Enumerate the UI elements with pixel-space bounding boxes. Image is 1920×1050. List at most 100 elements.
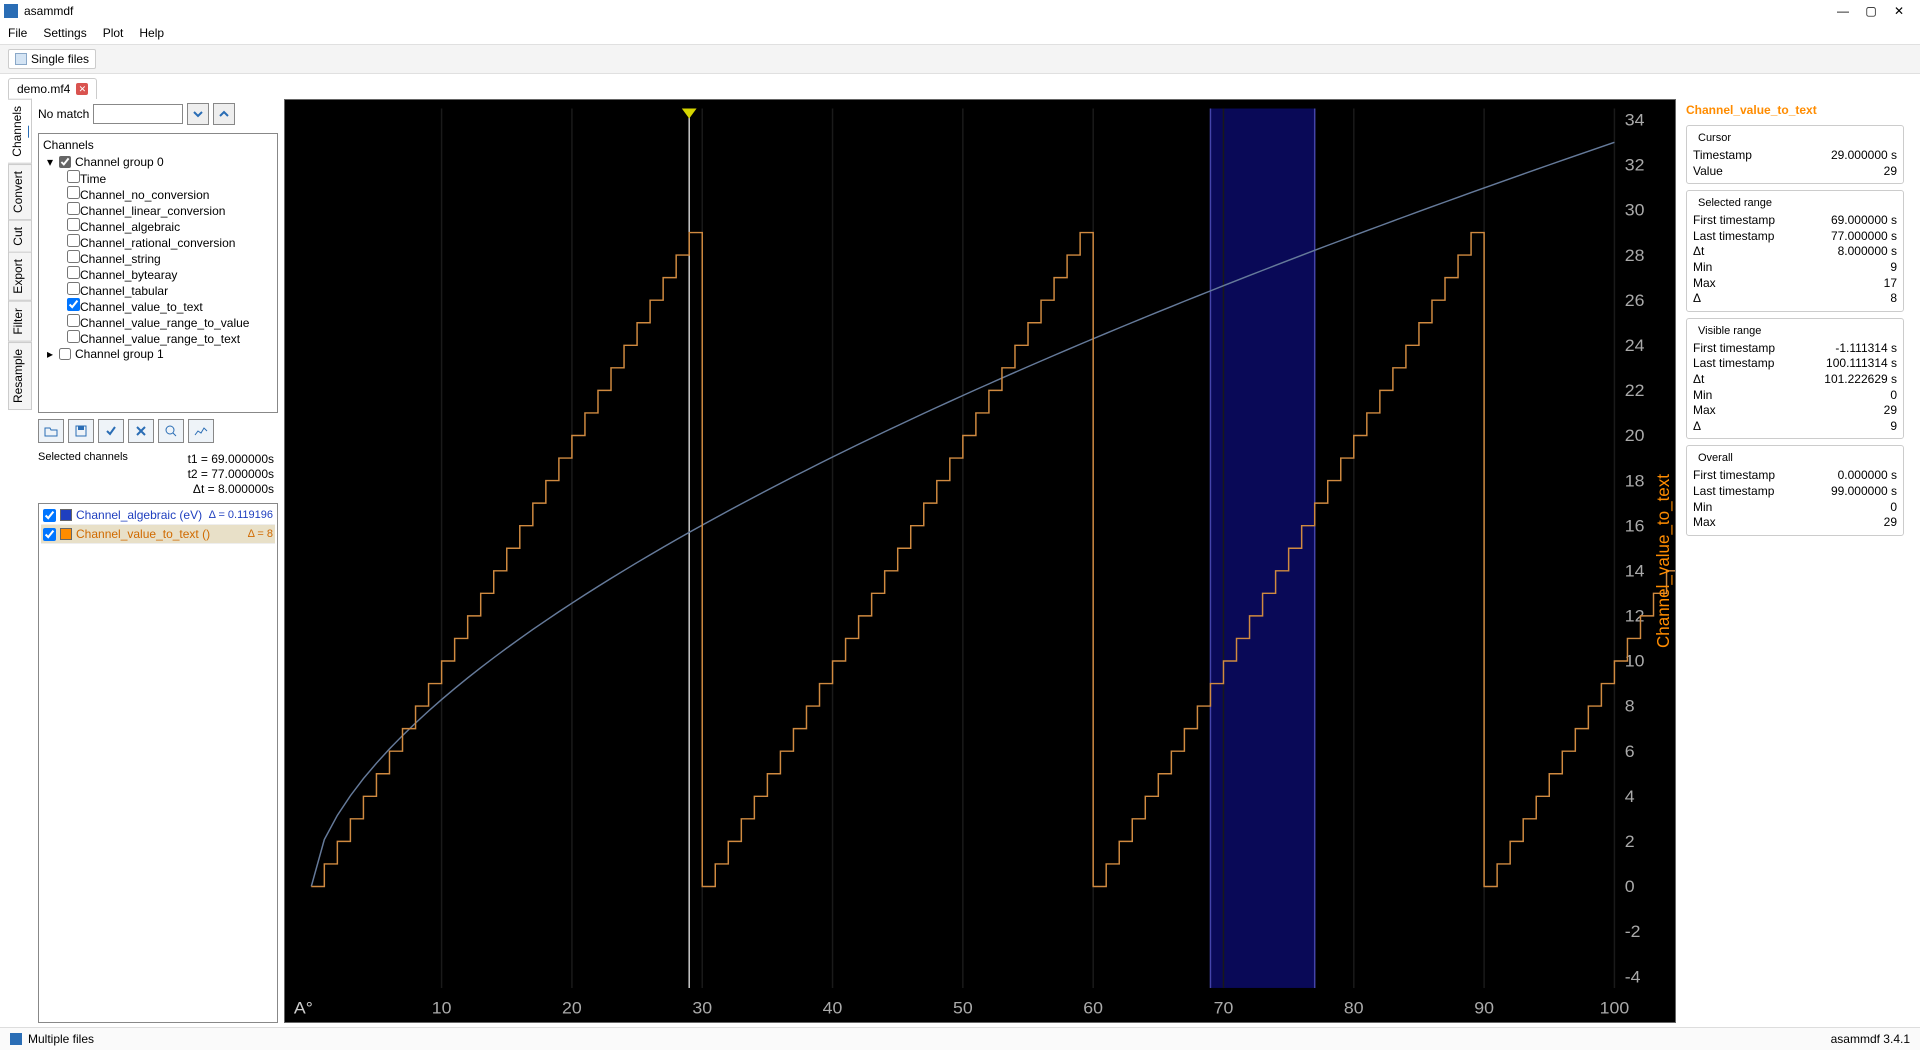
tree-item[interactable]: Channel_tabular <box>67 282 275 298</box>
tree-item[interactable]: Channel_value_to_text <box>67 298 275 314</box>
tree-item[interactable]: Channel_value_range_to_value <box>67 314 275 330</box>
svg-text:20: 20 <box>562 998 582 1018</box>
channel-checkbox[interactable] <box>67 314 80 327</box>
svg-text:16: 16 <box>1625 516 1645 536</box>
selected-range-section: Selected range First timestamp69.000000 … <box>1686 190 1904 312</box>
svg-text:0: 0 <box>1625 876 1635 896</box>
menu-help[interactable]: Help <box>139 26 164 40</box>
close-button[interactable]: ✕ <box>1892 4 1906 18</box>
channel-checkbox[interactable] <box>67 202 80 215</box>
side-tab-filter[interactable]: Filter <box>8 301 32 342</box>
selected-channels-label: Selected channels <box>38 449 128 499</box>
svg-text:60: 60 <box>1083 998 1103 1018</box>
chevron-up-icon <box>218 108 230 120</box>
minimize-button[interactable]: — <box>1836 4 1850 18</box>
channel-checkbox[interactable] <box>67 250 80 263</box>
group1-checkbox[interactable] <box>59 348 71 360</box>
svg-text:4: 4 <box>1625 786 1635 806</box>
info-panel: Channel_value_to_text Cursor Timestamp29… <box>1682 99 1912 1023</box>
svg-text:30: 30 <box>692 998 712 1018</box>
tree-toolbar <box>38 417 278 445</box>
selected-channel-row[interactable]: Channel_algebraic (eV) Δ = 0.119196 <box>41 506 275 525</box>
svg-text:70: 70 <box>1214 998 1234 1018</box>
tree-item[interactable]: Channel_no_conversion <box>67 186 275 202</box>
svg-text:34: 34 <box>1625 110 1645 130</box>
window-title: asammdf <box>24 4 1836 18</box>
tree-item[interactable]: Channel_rational_conversion <box>67 234 275 250</box>
tab-single-files[interactable]: Single files <box>8 49 96 69</box>
svg-text:20: 20 <box>1625 425 1645 445</box>
svg-text:22: 22 <box>1625 380 1645 400</box>
svg-text:A°: A° <box>294 998 313 1018</box>
search-next-button[interactable] <box>187 103 209 125</box>
search-prev-button[interactable] <box>213 103 235 125</box>
channels-panel: No match Channels ▾Channel group 0 TimeC… <box>38 99 278 1023</box>
tree-item[interactable]: Channel_bytearay <box>67 266 275 282</box>
magnifier-icon <box>165 425 177 437</box>
sel-row-checkbox[interactable] <box>43 528 56 541</box>
channels-tree[interactable]: Channels ▾Channel group 0 TimeChannel_no… <box>38 133 278 413</box>
svg-text:26: 26 <box>1625 290 1645 310</box>
no-match-label: No match <box>38 107 89 121</box>
uncheck-all-button[interactable] <box>128 419 154 443</box>
group0-checkbox[interactable] <box>59 156 71 168</box>
tree-item[interactable]: Time <box>67 170 275 186</box>
svg-text:8: 8 <box>1625 696 1635 716</box>
check-icon <box>105 425 117 437</box>
channel-checkbox[interactable] <box>67 186 80 199</box>
save-button[interactable] <box>68 419 94 443</box>
channel-checkbox[interactable] <box>67 218 80 231</box>
plot-area[interactable]: 102030405060708090100-4-2024681012141618… <box>284 99 1676 1023</box>
svg-text:80: 80 <box>1344 998 1364 1018</box>
channels-icon <box>28 125 29 137</box>
menu-plot[interactable]: Plot <box>103 26 124 40</box>
svg-text:100: 100 <box>1600 998 1630 1018</box>
tree-item[interactable]: Channel_string <box>67 250 275 266</box>
cursor-value: 29 <box>1884 164 1897 180</box>
channel-checkbox[interactable] <box>67 170 80 183</box>
channel-checkbox[interactable] <box>67 330 80 343</box>
svg-text:32: 32 <box>1625 155 1645 175</box>
search-input[interactable] <box>93 104 183 124</box>
svg-text:2: 2 <box>1625 831 1635 851</box>
maximize-button[interactable]: ▢ <box>1864 4 1878 18</box>
svg-text:18: 18 <box>1625 471 1645 491</box>
selected-channel-row[interactable]: Channel_value_to_text () Δ = 8 <box>41 525 275 544</box>
side-tab-cut[interactable]: Cut <box>8 220 32 253</box>
side-tab-resample[interactable]: Resample <box>8 342 32 410</box>
side-tab-channels[interactable]: Channels <box>8 99 32 164</box>
side-tab-export[interactable]: Export <box>8 252 32 301</box>
check-all-button[interactable] <box>98 419 124 443</box>
file-tab-bar: demo.mf4 ✕ <box>0 74 1920 99</box>
tree-group-1[interactable]: ▸Channel group 1 <box>45 346 275 362</box>
tree-item[interactable]: Channel_algebraic <box>67 218 275 234</box>
selected-channels-list[interactable]: Channel_algebraic (eV) Δ = 0.119196 Chan… <box>38 503 278 1023</box>
multiple-files-label[interactable]: Multiple files <box>28 1032 94 1046</box>
channel-checkbox[interactable] <box>67 282 80 295</box>
tree-item[interactable]: Channel_linear_conversion <box>67 202 275 218</box>
menu-file[interactable]: File <box>8 26 27 40</box>
dt-label: Δt = 8.000000s <box>188 482 274 496</box>
plot-icon <box>194 425 208 437</box>
plot-button[interactable] <box>188 419 214 443</box>
menu-settings[interactable]: Settings <box>43 26 86 40</box>
multiple-files-icon <box>10 1033 22 1045</box>
side-tab-convert[interactable]: Convert <box>8 164 32 220</box>
x-icon <box>135 425 147 437</box>
tree-item[interactable]: Channel_value_range_to_text <box>67 330 275 346</box>
file-tab-demo[interactable]: demo.mf4 ✕ <box>8 78 97 99</box>
t2-label: t2 = 77.000000s <box>188 467 274 481</box>
svg-text:-2: -2 <box>1625 922 1641 942</box>
sel-row-checkbox[interactable] <box>43 509 56 522</box>
svg-text:-4: -4 <box>1625 967 1641 987</box>
visible-range-section: Visible range First timestamp-1.111314 s… <box>1686 318 1904 440</box>
channel-checkbox[interactable] <box>67 266 80 279</box>
open-button[interactable] <box>38 419 64 443</box>
tree-group-0[interactable]: ▾Channel group 0 <box>45 154 275 170</box>
channel-checkbox[interactable] <box>67 234 80 247</box>
channel-checkbox[interactable] <box>67 298 80 311</box>
overall-section: Overall First timestamp0.000000 s Last t… <box>1686 445 1904 535</box>
zoom-button[interactable] <box>158 419 184 443</box>
vertical-side-tabs: Channels Convert Cut Export Filter Resam… <box>8 99 32 1023</box>
file-tab-close-icon[interactable]: ✕ <box>76 83 88 95</box>
